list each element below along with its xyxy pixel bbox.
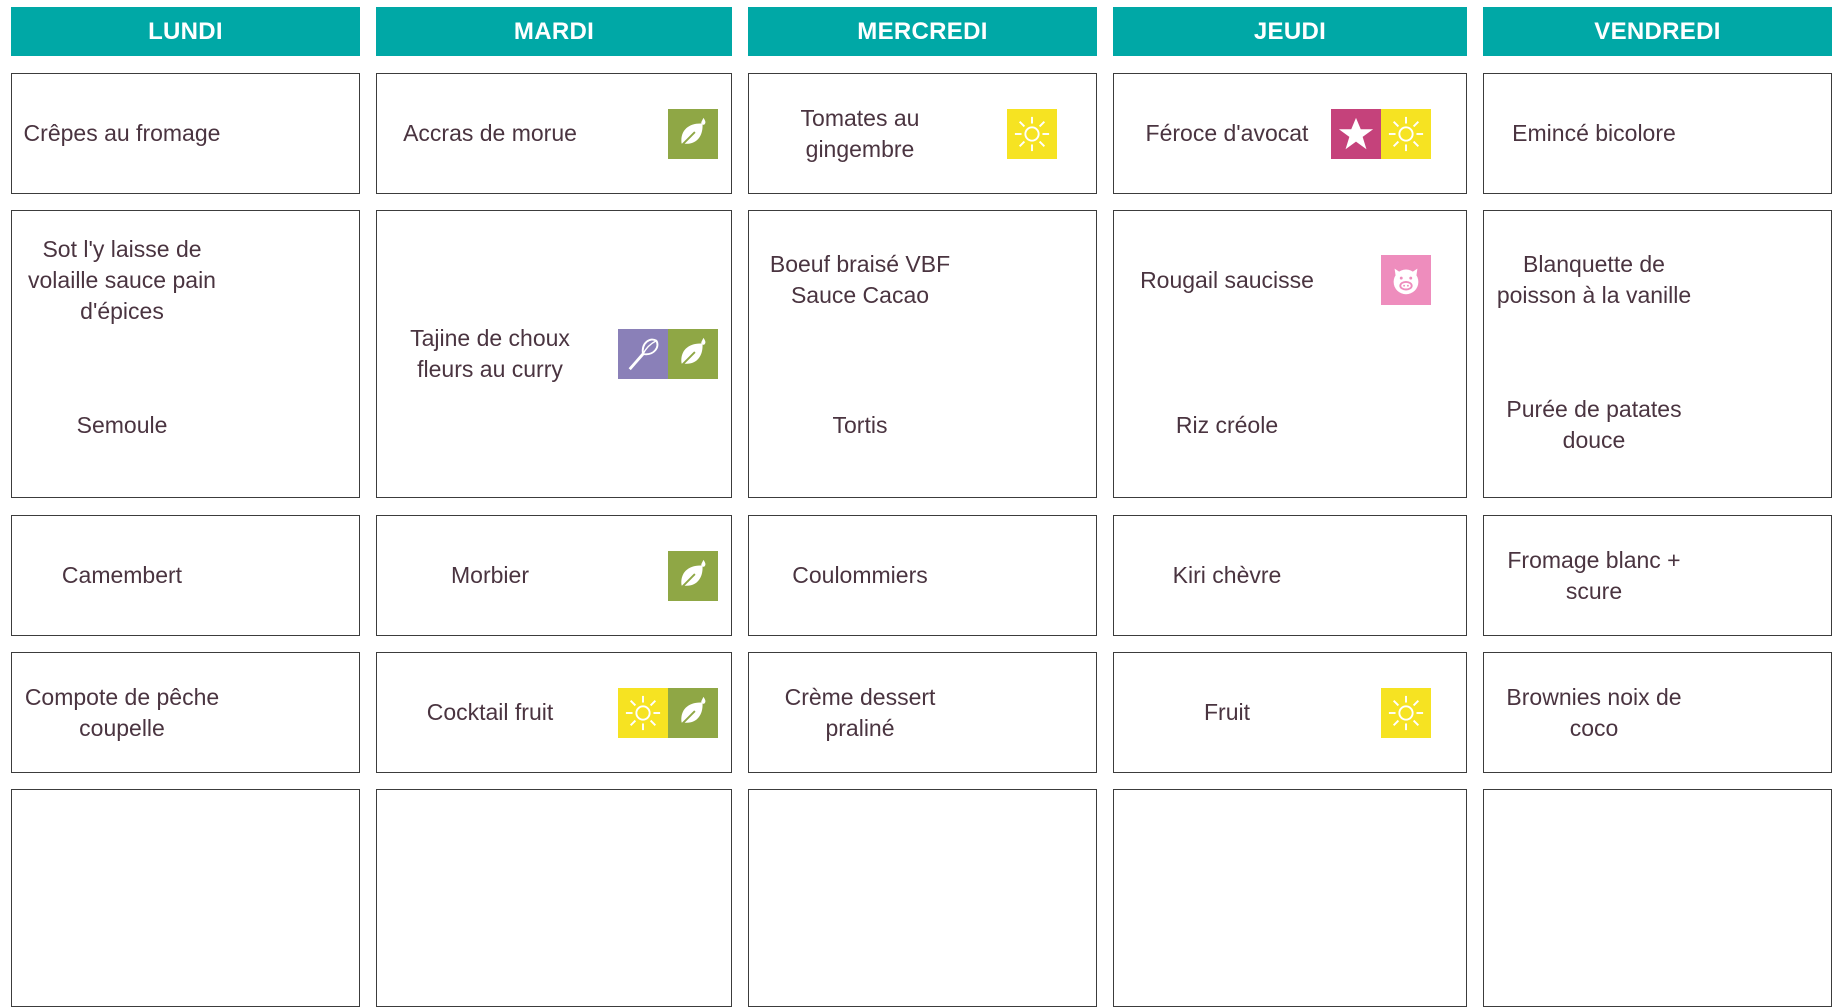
label-icons	[668, 550, 718, 601]
sun-icon	[1381, 687, 1431, 738]
dish-name: Fromage blanc + scure	[1507, 546, 1681, 604]
leaf-icon	[668, 108, 718, 159]
dish-name: Cocktail fruit	[426, 699, 554, 725]
sun-icon	[1007, 108, 1057, 159]
dish-name: Rougail saucisse	[1140, 266, 1314, 293]
dish-name: Kiri chèvre	[1172, 562, 1282, 588]
label-icons	[1381, 687, 1431, 738]
label-icons	[1381, 255, 1431, 305]
dish-name: Tomates au gingembre	[800, 104, 920, 162]
leaf-icon	[668, 550, 718, 601]
whisk-icon	[618, 329, 668, 379]
sun-icon	[618, 687, 668, 738]
dish-name: Semoule	[76, 411, 168, 438]
dish-name: Purée de patates douce	[1506, 396, 1682, 453]
dish-name: Boeuf braisé VBF Sauce Cacao	[769, 251, 951, 308]
menu-cell	[1113, 789, 1467, 1007]
dish-name: Morbier	[451, 562, 529, 588]
dish-name: Emincé bicolore	[1512, 120, 1676, 146]
dish-name: Tortis	[832, 411, 888, 438]
menu-cell	[748, 789, 1097, 1007]
dish-name: Féroce d'avocat	[1145, 120, 1309, 146]
dish-name: Coulommiers	[792, 562, 928, 588]
label-icons	[618, 687, 718, 738]
dish-name: Fruit	[1204, 699, 1250, 725]
dish-name: Sot l'y laisse de volaille sauce pain d'…	[28, 235, 216, 324]
dish-name: Camembert	[61, 562, 183, 588]
dish-name: Riz créole	[1175, 411, 1279, 438]
day-header-mardi: MARDI	[376, 7, 732, 56]
label-icons	[1007, 108, 1057, 159]
star-icon	[1331, 108, 1381, 159]
label-icons	[1331, 108, 1431, 159]
menu-cell	[11, 789, 360, 1007]
dish-name: Compote de pêche coupelle	[24, 683, 220, 741]
dish-name: Accras de morue	[403, 120, 577, 146]
leaf-icon	[668, 687, 718, 738]
leaf-icon	[668, 329, 718, 379]
menu-cell	[1483, 789, 1832, 1007]
day-header-mercredi: MERCREDI	[748, 7, 1097, 56]
label-icons	[618, 329, 718, 379]
dish-name: Crêpes au fromage	[23, 120, 221, 146]
menu-cell	[1113, 210, 1467, 498]
dish-name: Crème dessert praliné	[784, 683, 936, 741]
dish-name: Brownies noix de coco	[1506, 683, 1682, 741]
dish-name: Tajine de choux fleurs au curry	[410, 325, 570, 382]
day-header-jeudi: JEUDI	[1113, 7, 1467, 56]
sun-icon	[1381, 108, 1431, 159]
day-header-lundi: LUNDI	[11, 7, 360, 56]
pig-icon	[1381, 255, 1431, 305]
label-icons	[668, 108, 718, 159]
dish-name: Blanquette de poisson à la vanille	[1496, 251, 1692, 308]
menu-cell	[376, 789, 732, 1007]
day-header-vendredi: VENDREDI	[1483, 7, 1832, 56]
